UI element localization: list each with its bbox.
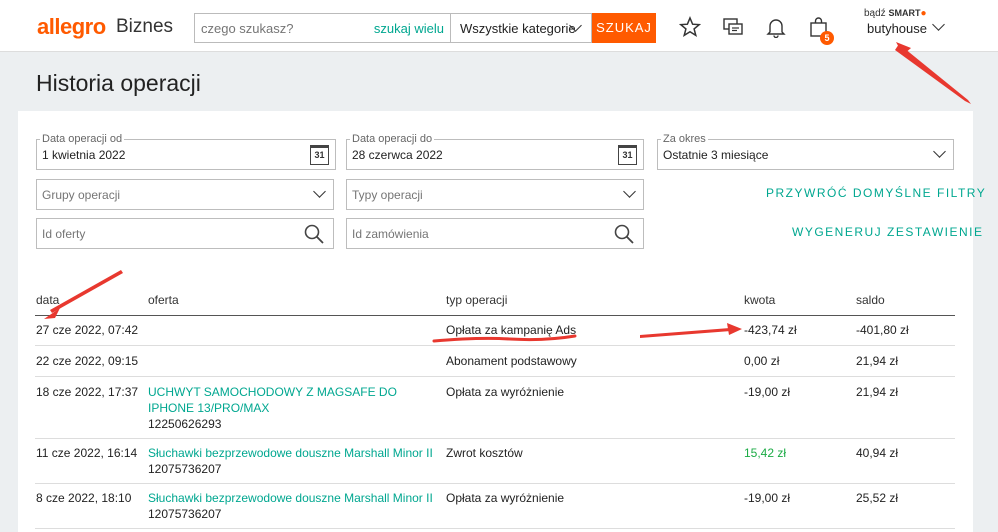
annotation-arrowhead-amount xyxy=(727,323,742,335)
annotation-arrow-date xyxy=(50,270,123,313)
annotation-underline-ads xyxy=(432,334,577,343)
annotation-arrow-amount xyxy=(640,328,731,338)
table-annotation-layer xyxy=(44,270,742,343)
